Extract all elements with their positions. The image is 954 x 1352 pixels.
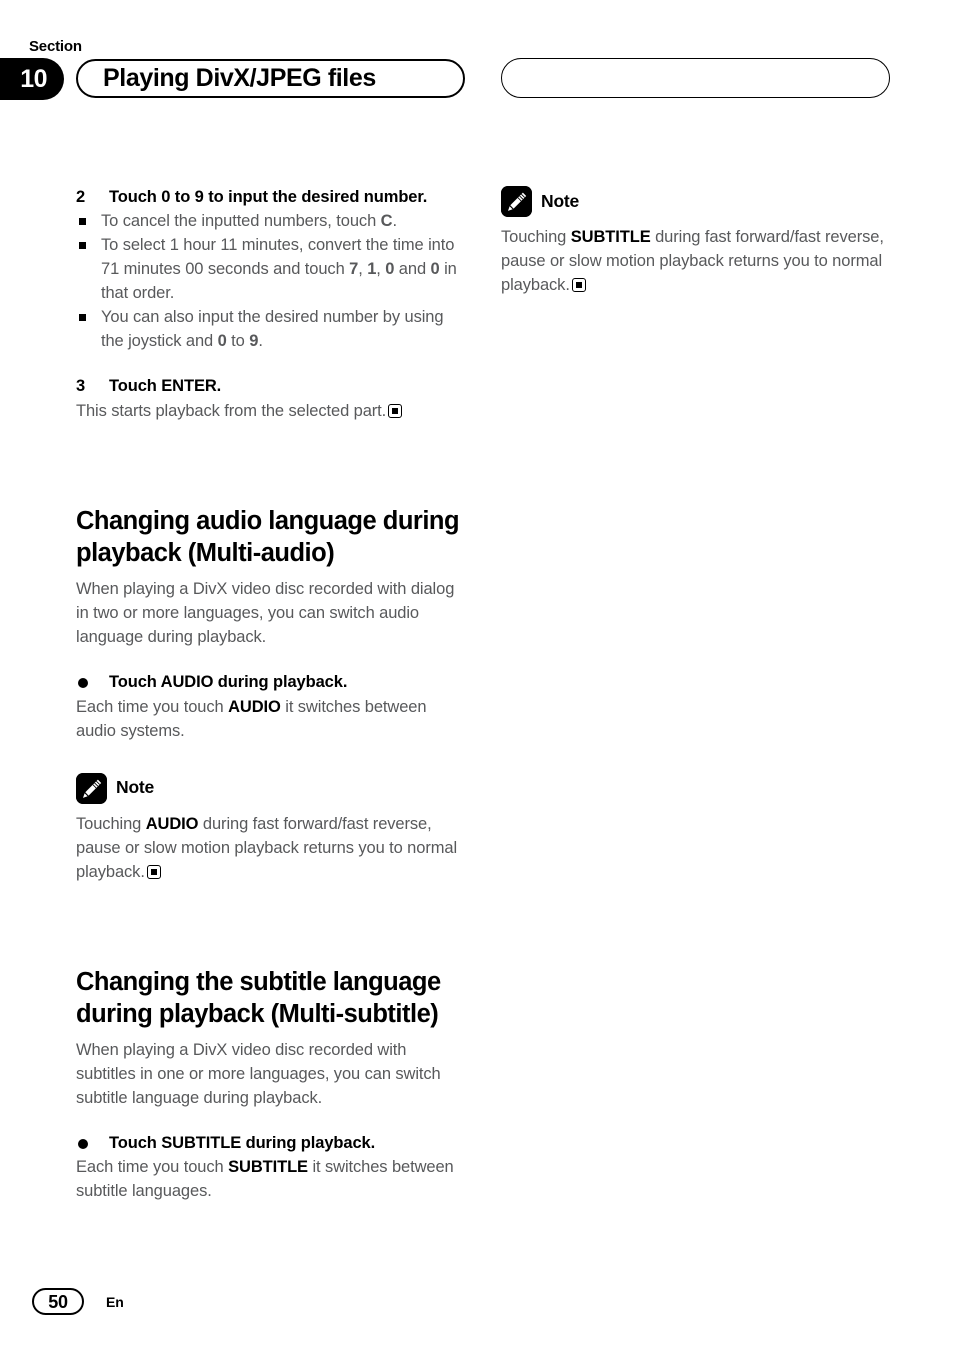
page-number-pill: 50 <box>32 1288 84 1315</box>
instruction-subtitle-text: Touch SUBTITLE during playback. <box>109 1133 376 1152</box>
list-item-text: To cancel the inputted numbers, touch C. <box>101 212 397 231</box>
section-heading-subtitle: Changing the subtitle language during pl… <box>76 967 441 1028</box>
end-of-section-marker-icon <box>571 278 586 292</box>
note-body-subtitle: Touching SUBTITLE during fast forward/fa… <box>501 228 884 294</box>
page-footer: 50 En <box>32 1288 124 1315</box>
language-code: En <box>106 1293 124 1310</box>
instruction-audio-body: Each time you touch AUDIO it switches be… <box>76 697 427 740</box>
left-column: 2 Touch 0 to 9 to input the desired numbe… <box>76 186 463 1203</box>
page-header: Section 10 Playing DivX/JPEG files <box>0 0 954 130</box>
square-bullet-icon <box>79 241 86 249</box>
list-item-text: You can also input the desired number by… <box>101 308 444 351</box>
instruction-audio-text: Touch AUDIO during playback. <box>109 673 348 692</box>
list-item: To select 1 hour 11 minutes, convert the… <box>76 233 463 305</box>
step-2-bullet-list: To cancel the inputted numbers, touch C.… <box>76 209 463 353</box>
page-number: 50 <box>48 1291 68 1312</box>
step-3-text: Touch ENTER. <box>109 377 222 396</box>
end-of-section-marker-icon <box>146 864 161 879</box>
step-3-number: 3 <box>76 377 86 396</box>
round-bullet-icon <box>78 678 88 689</box>
instruction-subtitle: Touch SUBTITLE during playback. <box>76 1132 463 1155</box>
intro-paragraph-audio: When playing a DivX video disc recorded … <box>76 580 455 647</box>
note-body-audio: Touching AUDIO during fast forward/fast … <box>76 814 458 881</box>
section-heading-audio: Changing audio language during playback … <box>76 506 460 567</box>
note-label: Note <box>541 190 580 211</box>
step-2-text: Touch 0 to 9 to input the desired number… <box>109 188 428 206</box>
pencil-note-icon <box>501 186 532 217</box>
list-item-text: To select 1 hour 11 minutes, convert the… <box>101 236 457 303</box>
square-bullet-icon <box>79 217 86 225</box>
list-item: You can also input the desired number by… <box>76 305 463 353</box>
step-2-number: 2 <box>76 188 86 206</box>
note-header-audio: Note <box>76 772 463 804</box>
section-label: Section <box>29 38 82 55</box>
pencil-note-icon <box>76 772 107 804</box>
header-right-pill <box>501 58 890 98</box>
instruction-audio: Touch AUDIO during playback. <box>76 671 463 694</box>
page-title: Playing DivX/JPEG files <box>103 64 376 92</box>
step-3-heading: 3 Touch ENTER. <box>76 375 463 398</box>
list-item: To cancel the inputted numbers, touch C. <box>76 209 463 233</box>
step-2-heading: 2 Touch 0 to 9 to input the desired numbe… <box>76 186 463 209</box>
intro-paragraph-subtitle: When playing a DivX video disc recorded … <box>76 1040 441 1107</box>
end-of-section-marker-icon <box>388 403 403 418</box>
right-column: Note Touching SUBTITLE during fast forwa… <box>501 186 888 297</box>
note-header-subtitle: Note <box>501 186 888 217</box>
section-number-tab: 10 <box>0 58 64 100</box>
section-number: 10 <box>20 64 47 93</box>
note-label: Note <box>116 777 155 798</box>
step-3-body: This starts playback from the selected p… <box>76 399 463 423</box>
round-bullet-icon <box>78 1138 88 1149</box>
chapter-title-pill: Playing DivX/JPEG files <box>76 59 465 98</box>
instruction-subtitle-body: Each time you touch SUBTITLE it switches… <box>76 1158 454 1201</box>
square-bullet-icon <box>79 313 86 321</box>
